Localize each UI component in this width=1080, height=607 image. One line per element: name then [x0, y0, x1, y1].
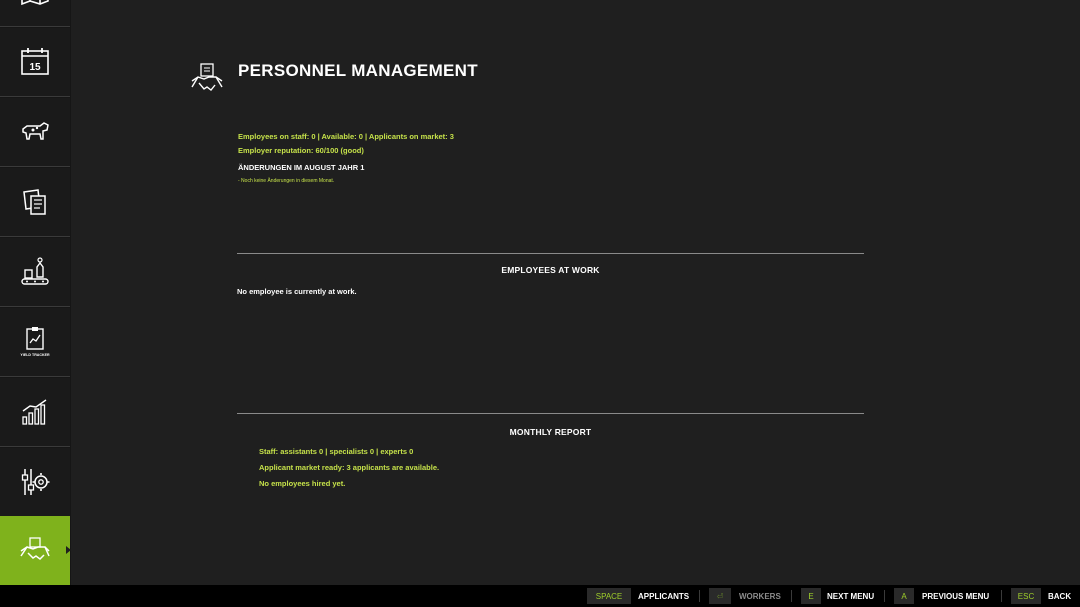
sidebar-item-production[interactable] [0, 238, 70, 307]
esc-key-badge: ESC [1011, 588, 1041, 604]
enter-key-badge: ⏎ [709, 588, 731, 604]
sidebar-item-personnel[interactable] [0, 516, 71, 585]
back-button[interactable]: BACK [1048, 588, 1071, 604]
handshake-icon [20, 536, 50, 560]
next-menu-button[interactable]: NEXT MENU [827, 588, 874, 604]
a-key-badge: A [894, 588, 914, 604]
svg-text:YIELD TRACKER: YIELD TRACKER [20, 353, 50, 357]
previous-menu-button[interactable]: PREVIOUS MENU [922, 588, 989, 604]
footer-separator [884, 590, 885, 602]
page-title: PERSONNEL MANAGEMENT [238, 61, 478, 80]
space-key-badge: SPACE [587, 588, 631, 604]
footer-separator [699, 590, 700, 602]
employees-at-work-title: EMPLOYEES AT WORK [501, 265, 600, 275]
workers-button[interactable]: WORKERS [739, 588, 781, 604]
footer-separator [791, 590, 792, 602]
animals-icon [22, 122, 49, 140]
handshake-contract-icon [191, 63, 223, 91]
footer-action-bar: SPACE APPLICANTS ⏎ WORKERS E NEXT MENU A… [0, 585, 1080, 607]
report-line-staff: Staff: assistants 0 | specialists 0 | ex… [259, 447, 414, 456]
employer-reputation-text: Employer reputation: 60/100 (good) [238, 146, 364, 155]
calendar-icon: 15 [21, 48, 49, 75]
sidebar-item-yield-tracker[interactable]: YIELD TRACKER [0, 308, 70, 377]
e-key-badge: E [801, 588, 821, 604]
sidebar-item-map[interactable] [0, 0, 70, 27]
sidebar: 15 YIELD TRACKER [0, 0, 71, 585]
report-line-hires: No employees hired yet. [259, 479, 346, 488]
svg-text:15: 15 [29, 62, 41, 73]
sidebar-item-contracts[interactable] [0, 168, 70, 237]
section-divider [237, 413, 864, 414]
sidebar-item-statistics[interactable] [0, 378, 70, 447]
employees-empty-text: No employee is currently at work. [237, 287, 357, 296]
applicants-button[interactable]: APPLICANTS [638, 588, 689, 604]
report-line-applicants: Applicant market ready: 3 applicants are… [259, 463, 440, 472]
changes-note: - Noch keine Änderungen in diesem Monat. [238, 178, 335, 184]
sidebar-item-settings[interactable] [0, 448, 70, 517]
section-divider [237, 253, 864, 254]
yield-tracker-icon: YIELD TRACKER [20, 327, 50, 357]
map-icon [21, 0, 49, 6]
sidebar-item-calendar[interactable]: 15 [0, 28, 70, 97]
settings-icon [21, 469, 50, 495]
contracts-icon [23, 189, 46, 215]
statistics-icon [22, 399, 47, 425]
changes-heading: ÄNDERUNGEN IM AUGUST JAHR 1 [238, 163, 365, 172]
monthly-report-title: MONTHLY REPORT [509, 427, 592, 437]
active-indicator-arrow [66, 546, 71, 554]
production-icon [21, 257, 49, 285]
sidebar-item-animals[interactable] [0, 98, 70, 167]
staff-summary-text: Employees on staff: 0 | Available: 0 | A… [238, 132, 454, 141]
footer-separator [1001, 590, 1002, 602]
